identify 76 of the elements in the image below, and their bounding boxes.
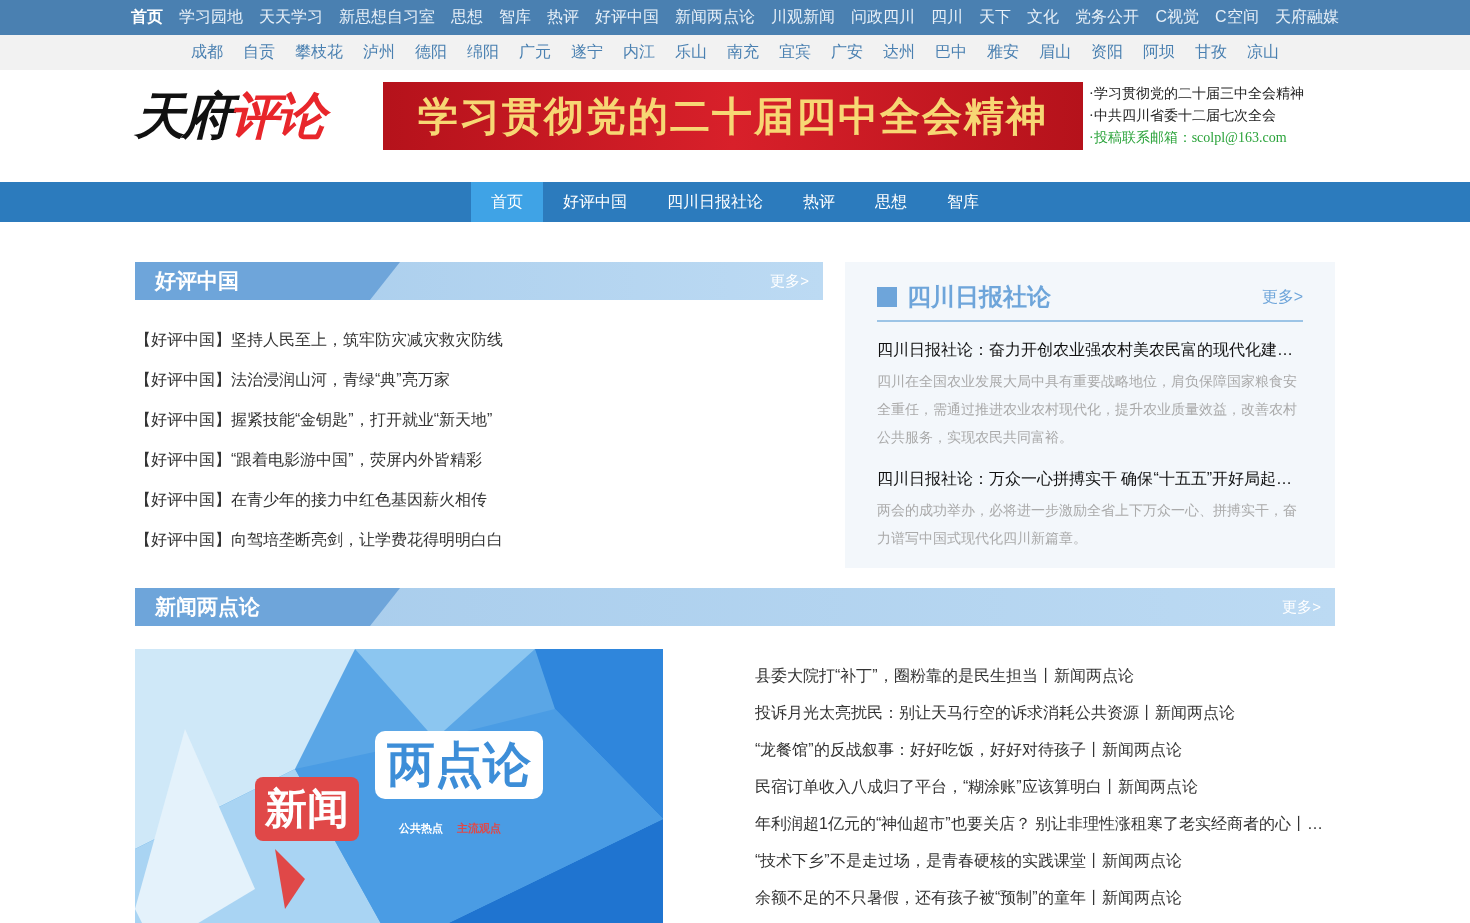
region-link[interactable]: 自贡: [233, 42, 285, 63]
article-link[interactable]: 年利润超1亿元的“神仙超市”也要关店？ 别让非理性涨租寒了老实经商者的心丨…: [755, 805, 1323, 842]
article-link[interactable]: 【好评中国】在青少年的接力中红色基因薪火相传: [135, 480, 823, 520]
region-link[interactable]: 绵阳: [457, 42, 509, 63]
region-link[interactable]: 巴中: [925, 42, 977, 63]
region-link[interactable]: 内江: [613, 42, 665, 63]
region-link[interactable]: 甘孜: [1185, 42, 1237, 63]
region-link[interactable]: 达州: [873, 42, 925, 63]
top-nav-link[interactable]: 好评中国: [587, 7, 668, 28]
main-nav-tab[interactable]: 好评中国: [543, 182, 647, 222]
top-nav-link[interactable]: 文化: [1019, 7, 1068, 28]
article-title[interactable]: 四川日报社论：奋力开创农业强农村美农民富的现代化建…: [877, 340, 1303, 361]
region-link[interactable]: 德阳: [405, 42, 457, 63]
top-nav-link[interactable]: 热评: [539, 7, 588, 28]
top-nav-link[interactable]: 天天学习: [251, 7, 332, 28]
speech-bubble: 新闻: [255, 777, 359, 841]
top-nav-link[interactable]: 思想: [443, 7, 492, 28]
top-nav-link[interactable]: 川观新闻: [763, 7, 844, 28]
top-nav-link[interactable]: 天府融媒: [1266, 7, 1347, 28]
region-link[interactable]: 乐山: [665, 42, 717, 63]
region-link[interactable]: 广元: [509, 42, 561, 63]
top-nav-link[interactable]: 问政四川: [843, 7, 924, 28]
region-link[interactable]: 雅安: [977, 42, 1029, 63]
image-tagline: 主流观点: [457, 821, 501, 836]
square-icon: [877, 287, 897, 307]
main-nav-tab[interactable]: 智库: [927, 182, 999, 222]
main-nav-tab[interactable]: 热评: [783, 182, 855, 222]
top-nav-link[interactable]: 党务公开: [1067, 7, 1148, 28]
top-nav-link[interactable]: 四川: [923, 7, 972, 28]
top-nav-link[interactable]: 新闻两点论: [667, 7, 764, 28]
region-link[interactable]: 资阳: [1081, 42, 1133, 63]
notice-link[interactable]: ·中共四川省委十二届七次全会: [1089, 107, 1304, 125]
contact-email[interactable]: ·投稿联系邮箱：scolpl@163.com: [1089, 129, 1304, 147]
top-nav-link[interactable]: 天下: [971, 7, 1020, 28]
region-link[interactable]: 成都: [181, 42, 233, 63]
article-link[interactable]: 民宿订单收入八成归了平台，“糊涂账”应该算明白丨新闻两点论: [755, 768, 1323, 805]
top-nav-link[interactable]: C空间: [1207, 7, 1267, 28]
image-tagline: 公共热点: [399, 821, 443, 836]
top-nav-link[interactable]: 首页: [123, 7, 172, 28]
article-summary: 两会的成功举办，必将进一步激励全省上下万众一心、拼搏实干，奋力谱写中国式现代化四川新篇章。: [877, 501, 1298, 548]
article-link[interactable]: “龙餐馆”的反战叙事：好好吃饭，好好对待孩子丨新闻两点论: [755, 731, 1323, 768]
article-summary: 四川在全国农业发展大局中具有重要战略地位，肩负保障国家粮食安全重任，需通过推进农业农村现代化，提升农业质量效益，改善农村公共服务，实现农民共同富裕。: [877, 372, 1298, 447]
main-nav-tab[interactable]: 首页: [471, 182, 543, 222]
region-link[interactable]: 攀枝花: [285, 42, 353, 63]
site-logo[interactable]: 天府评论: [135, 86, 383, 146]
section-title: 好评中国: [135, 262, 400, 300]
article-link[interactable]: 余额不足的不只暑假，还有孩子被“预制”的童年丨新闻两点论: [755, 879, 1323, 916]
region-link[interactable]: 眉山: [1029, 42, 1081, 63]
article-link[interactable]: 投诉月光太亮扰民：别让天马行空的诉求消耗公共资源丨新闻两点论: [755, 694, 1323, 731]
region-link[interactable]: 遂宁: [561, 42, 613, 63]
article-title[interactable]: 四川日报社论：万众一心拼搏实干 确保“十五五”开好局起…: [877, 469, 1303, 490]
main-nav-tab[interactable]: 四川日报社论: [647, 182, 783, 222]
article-link[interactable]: 【好评中国】坚持人民至上，筑牢防灾减灾救灾防线: [135, 320, 823, 360]
region-link[interactable]: 泸州: [353, 42, 405, 63]
region-link[interactable]: 广安: [821, 42, 873, 63]
article-link[interactable]: 【好评中国】向驾培垄断亮剑，让学费花得明明白白: [135, 520, 823, 560]
main-nav-tab[interactable]: 思想: [855, 182, 927, 222]
region-link[interactable]: 宜宾: [769, 42, 821, 63]
region-link[interactable]: 凉山: [1237, 42, 1289, 63]
more-link[interactable]: 更多>: [1261, 286, 1303, 308]
article-link[interactable]: 【好评中国】握紧技能“金钥匙”，打开就业“新天地”: [135, 400, 823, 440]
top-nav-link[interactable]: C视觉: [1147, 7, 1207, 28]
notice-link[interactable]: ·学习贯彻党的二十届三中全会精神: [1089, 85, 1304, 103]
region-link[interactable]: 阿坝: [1133, 42, 1185, 63]
article-link[interactable]: 【好评中国】“跟着电影游中国”，荧屏内外皆精彩: [135, 440, 823, 480]
speech-bubble: 两点论: [375, 731, 543, 799]
top-nav-link[interactable]: 学习园地: [171, 7, 252, 28]
article-link[interactable]: 【好评中国】法治浸润山河，青绿“典”亮万家: [135, 360, 823, 400]
banner[interactable]: 学习贯彻党的二十届四中全会精神: [383, 82, 1083, 150]
top-nav-link[interactable]: 智库: [491, 7, 540, 28]
section-title: 新闻两点论: [135, 588, 400, 626]
region-link[interactable]: 南充: [717, 42, 769, 63]
top-nav-link[interactable]: 新思想自习室: [331, 7, 444, 28]
article-link[interactable]: 县委大院打“补丁”，圈粉靠的是民生担当丨新闻两点论: [755, 657, 1323, 694]
card-title: 四川日报社论: [907, 282, 1052, 312]
article-link[interactable]: “技术下乡”不是走过场，是青春硬核的实践课堂丨新闻两点论: [755, 842, 1323, 879]
